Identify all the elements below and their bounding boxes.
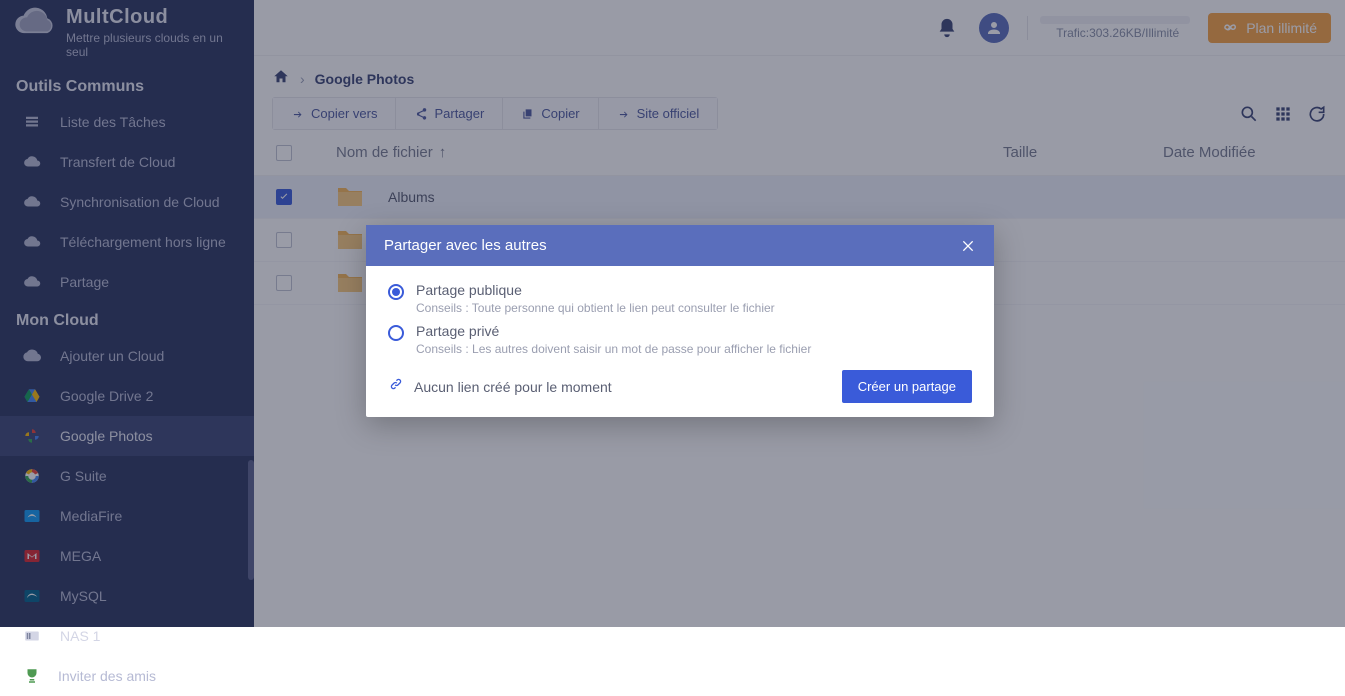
create-share-button[interactable]: Créer un partage [842,370,972,403]
modal-header: Partager avec les autres [366,225,994,266]
radio-input[interactable] [388,284,404,300]
nas-icon [22,626,42,646]
no-link-text: Aucun lien créé pour le moment [414,379,612,395]
radio-private[interactable]: Partage privé Conseils : Les autres doiv… [388,323,972,356]
sidebar-label: NAS 1 [60,628,100,644]
share-modal: Partager avec les autres Partage publiqu… [366,225,994,417]
radio-label: Partage privé [416,323,811,339]
radio-tip: Conseils : Toute personne qui obtient le… [416,301,775,315]
modal-title: Partager avec les autres [384,237,547,254]
radio-input[interactable] [388,325,404,341]
sidebar-item-invite[interactable]: Inviter des amis [0,656,254,696]
radio-tip: Conseils : Les autres doivent saisir un … [416,342,811,356]
link-icon [388,376,404,397]
trophy-icon [22,666,42,686]
radio-label: Partage publique [416,282,775,298]
radio-public[interactable]: Partage publique Conseils : Toute person… [388,282,972,315]
invite-label: Inviter des amis [58,668,156,684]
close-icon[interactable] [960,238,976,254]
